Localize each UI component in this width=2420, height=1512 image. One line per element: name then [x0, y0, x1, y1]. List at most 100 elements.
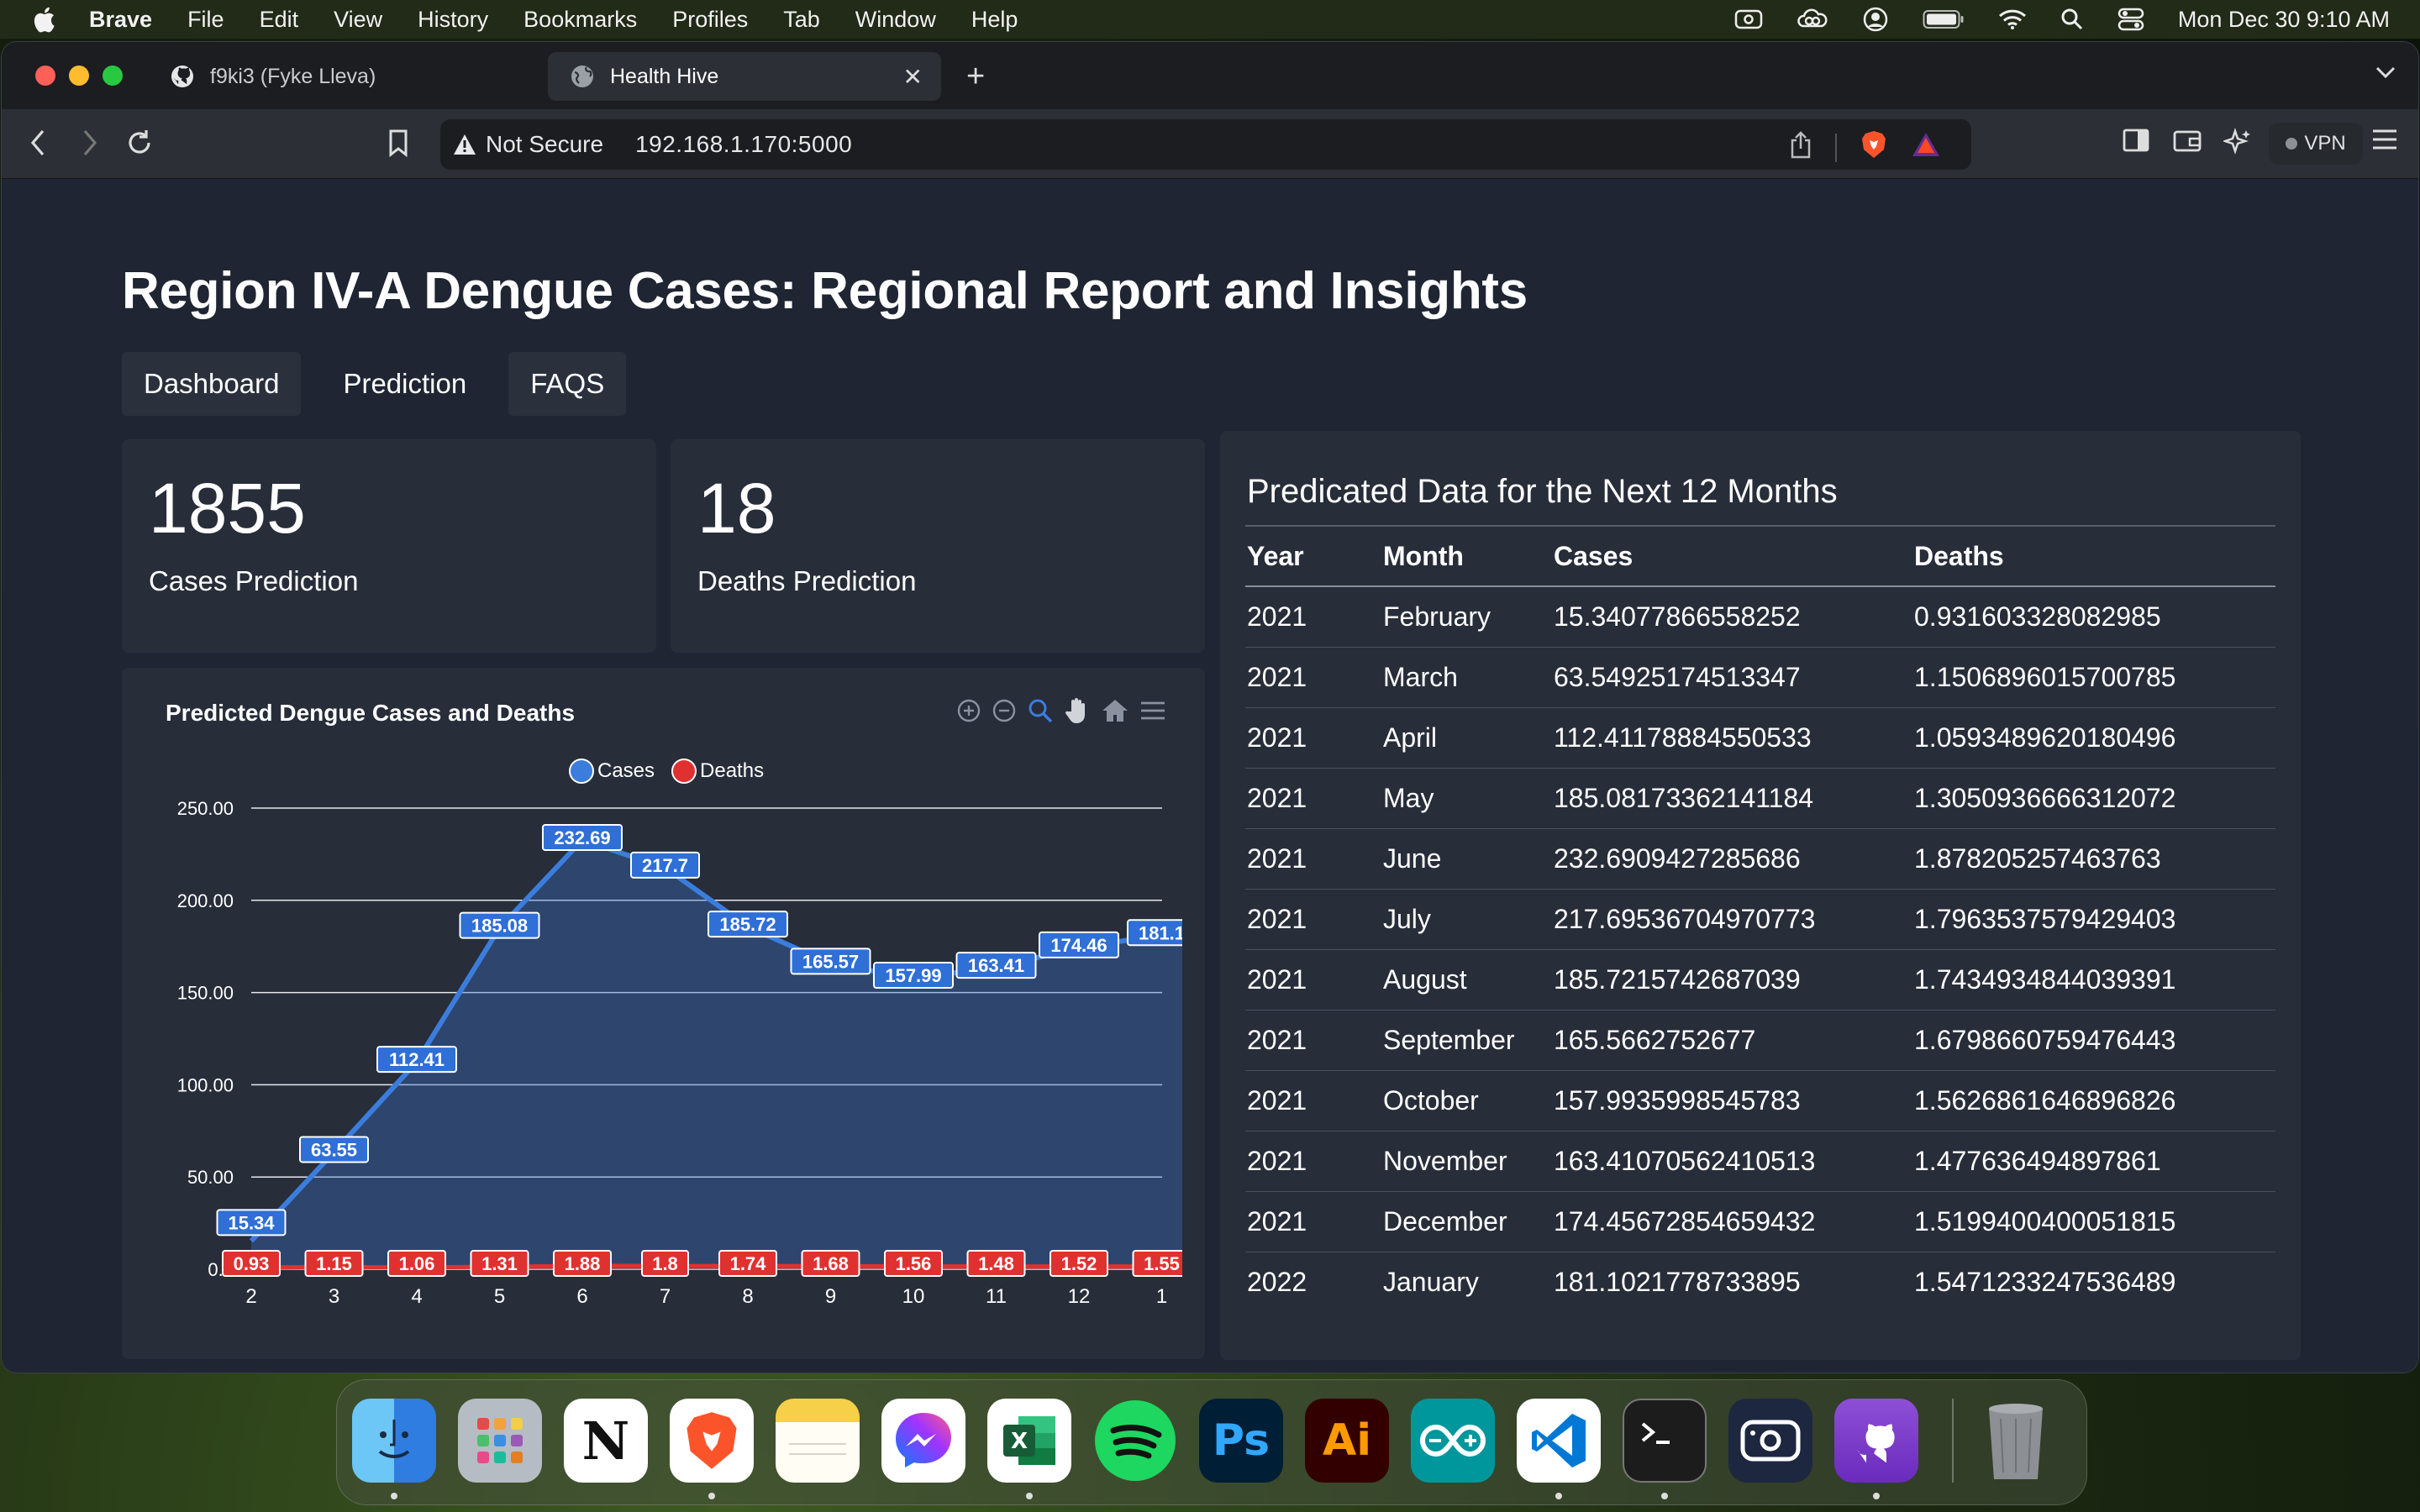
menu-window[interactable]: Window: [855, 7, 936, 33]
vpn-button[interactable]: VPN: [2269, 123, 2363, 165]
cell-cases: 163.41070562410513: [1552, 1131, 1912, 1192]
running-indicator: [1555, 1493, 1562, 1499]
brave-rewards-icon[interactable]: [1911, 131, 1941, 164]
nav-dashboard[interactable]: Dashboard: [122, 352, 302, 416]
cases-prediction-value: 1855: [149, 469, 306, 548]
nav-faqs[interactable]: FAQS: [508, 352, 627, 416]
share-icon[interactable]: [1790, 130, 1812, 165]
cases-data-label: 15.34: [216, 1209, 287, 1236]
cell-month: July: [1381, 889, 1552, 950]
user-account-icon[interactable]: [1862, 6, 1889, 33]
address-bar[interactable]: Not Secure 192.168.1.170:5000: [440, 119, 1971, 170]
deaths-data-label-text: 1.88: [565, 1253, 601, 1274]
menu-view[interactable]: View: [334, 7, 382, 33]
tab-github[interactable]: f9ki3 (Fyke Lleva): [161, 52, 531, 101]
security-label[interactable]: Not Secure: [486, 131, 603, 158]
cases-data-label-text: 174.46: [1050, 935, 1107, 956]
github-desktop-icon[interactable]: [1834, 1399, 1918, 1483]
deaths-prediction-card: 18 Deaths Prediction: [671, 439, 1205, 653]
menu-profiles[interactable]: Profiles: [672, 7, 748, 33]
y-tick-label: 150.00: [177, 983, 234, 1004]
creative-cloud-icon[interactable]: [1797, 8, 1828, 31]
menu-bar: Brave File Edit View History Bookmarks P…: [0, 0, 2420, 39]
cell-cases: 185.08173362141184: [1552, 768, 1912, 829]
running-indicator: [708, 1493, 715, 1499]
menu-edit[interactable]: Edit: [260, 7, 299, 33]
control-center-icon[interactable]: [2118, 8, 2144, 31]
deaths-data-label-text: 1.52: [1061, 1253, 1097, 1274]
trash-icon[interactable]: [1974, 1399, 2058, 1483]
wifi-icon[interactable]: [1998, 8, 2027, 30]
sidebar-toggle-icon[interactable]: [2123, 128, 2149, 153]
battery-icon[interactable]: [1923, 9, 1965, 29]
minimize-window-button[interactable]: [69, 66, 89, 86]
deaths-data-label-text: 1.8: [652, 1253, 678, 1274]
brave-shields-icon[interactable]: [1860, 129, 1887, 165]
url-text[interactable]: 192.168.1.170:5000: [635, 131, 852, 158]
spotify-icon[interactable]: [1093, 1399, 1177, 1483]
y-tick-label: 250.00: [177, 798, 234, 819]
illustrator-icon[interactable]: Ai: [1305, 1399, 1389, 1483]
menu-tab[interactable]: Tab: [783, 7, 820, 33]
chevron-down-icon[interactable]: [2375, 64, 2396, 85]
tab-health-hive[interactable]: Health Hive ✕: [548, 52, 941, 101]
table-row: 2021 April 112.41178884550533 1.05934896201…: [1245, 707, 2275, 769]
tab-label: Health Hive: [610, 64, 719, 88]
hamburger-menu-icon[interactable]: [2371, 128, 2398, 151]
table-row: 2021 July 217.69536704970773 1.796353757942…: [1245, 889, 2275, 950]
menu-history[interactable]: History: [418, 7, 488, 33]
leo-ai-icon[interactable]: [2223, 128, 2252, 156]
menu-clock[interactable]: Mon Dec 30 9:10 AM: [2178, 7, 2390, 33]
launchpad-icon[interactable]: [458, 1399, 542, 1483]
apple-icon[interactable]: [29, 4, 59, 34]
deaths-data-label: 1.15: [304, 1250, 364, 1277]
close-window-button[interactable]: [35, 66, 55, 86]
x-tick-label: 11: [986, 1285, 1007, 1308]
notes-icon[interactable]: [776, 1399, 860, 1483]
zoom-window-button[interactable]: [103, 66, 123, 86]
cell-year: 2021: [1245, 1010, 1381, 1071]
excel-icon[interactable]: X: [987, 1399, 1071, 1483]
screen-record-icon[interactable]: [1734, 8, 1763, 30]
spotlight-search-icon[interactable]: [2060, 8, 2084, 31]
menu-file[interactable]: File: [187, 7, 224, 33]
back-arrow-icon[interactable]: [27, 128, 50, 158]
browser-window: f9ki3 (Fyke Lleva) Health Hive ✕ + Not S…: [2, 42, 2418, 1373]
cell-cases: 217.69536704970773: [1552, 889, 1912, 950]
new-tab-icon[interactable]: +: [966, 59, 985, 95]
close-tab-icon[interactable]: ✕: [903, 63, 923, 91]
area-chart: 250.00200.00150.00100.0050.000.02 3 4 5 6 7 8 9…: [177, 798, 1182, 1308]
cases-data-label: 174.46: [1039, 931, 1119, 958]
vscode-icon[interactable]: [1517, 1399, 1601, 1483]
menu-bookmarks[interactable]: Bookmarks: [523, 7, 637, 33]
bookmark-icon[interactable]: [387, 128, 410, 158]
forward-arrow-icon[interactable]: [77, 128, 101, 158]
cases-data-label-text: 185.08: [471, 916, 528, 937]
menu-help[interactable]: Help: [971, 7, 1018, 33]
cell-deaths: 1.0593489620180496: [1912, 707, 2275, 769]
cases-data-label-text: 15.34: [228, 1212, 275, 1233]
photoshop-icon[interactable]: Ps: [1199, 1399, 1283, 1483]
tab-bar: f9ki3 (Fyke Lleva) Health Hive ✕ +: [2, 42, 2418, 109]
menu-app-name[interactable]: Brave: [89, 7, 152, 33]
messenger-icon[interactable]: [881, 1399, 965, 1483]
cell-month: May: [1381, 768, 1552, 829]
reload-icon[interactable]: [124, 128, 155, 158]
wallet-icon[interactable]: [2173, 128, 2202, 153]
warning-icon[interactable]: [452, 133, 477, 156]
terminal-icon[interactable]: [1623, 1399, 1707, 1483]
arduino-icon[interactable]: [1411, 1399, 1495, 1483]
cases-data-label-text: 185.72: [719, 914, 776, 935]
deaths-data-label: 1.31: [470, 1250, 529, 1277]
y-tick-label: 200.00: [177, 890, 234, 911]
notion-icon[interactable]: N: [564, 1399, 648, 1483]
brave-icon[interactable]: [670, 1399, 754, 1483]
deaths-data-label: 1.52: [1050, 1250, 1108, 1277]
cell-year: 2021: [1245, 586, 1381, 648]
cell-cases: 15.34077866558252: [1552, 586, 1912, 648]
finder-icon[interactable]: [352, 1399, 436, 1483]
nav-prediction[interactable]: Prediction: [321, 352, 488, 416]
screenshot-icon[interactable]: [1728, 1399, 1812, 1483]
dock: N X Ps Ai: [336, 1379, 2087, 1505]
cases-data-label-text: 217.7: [642, 855, 688, 876]
